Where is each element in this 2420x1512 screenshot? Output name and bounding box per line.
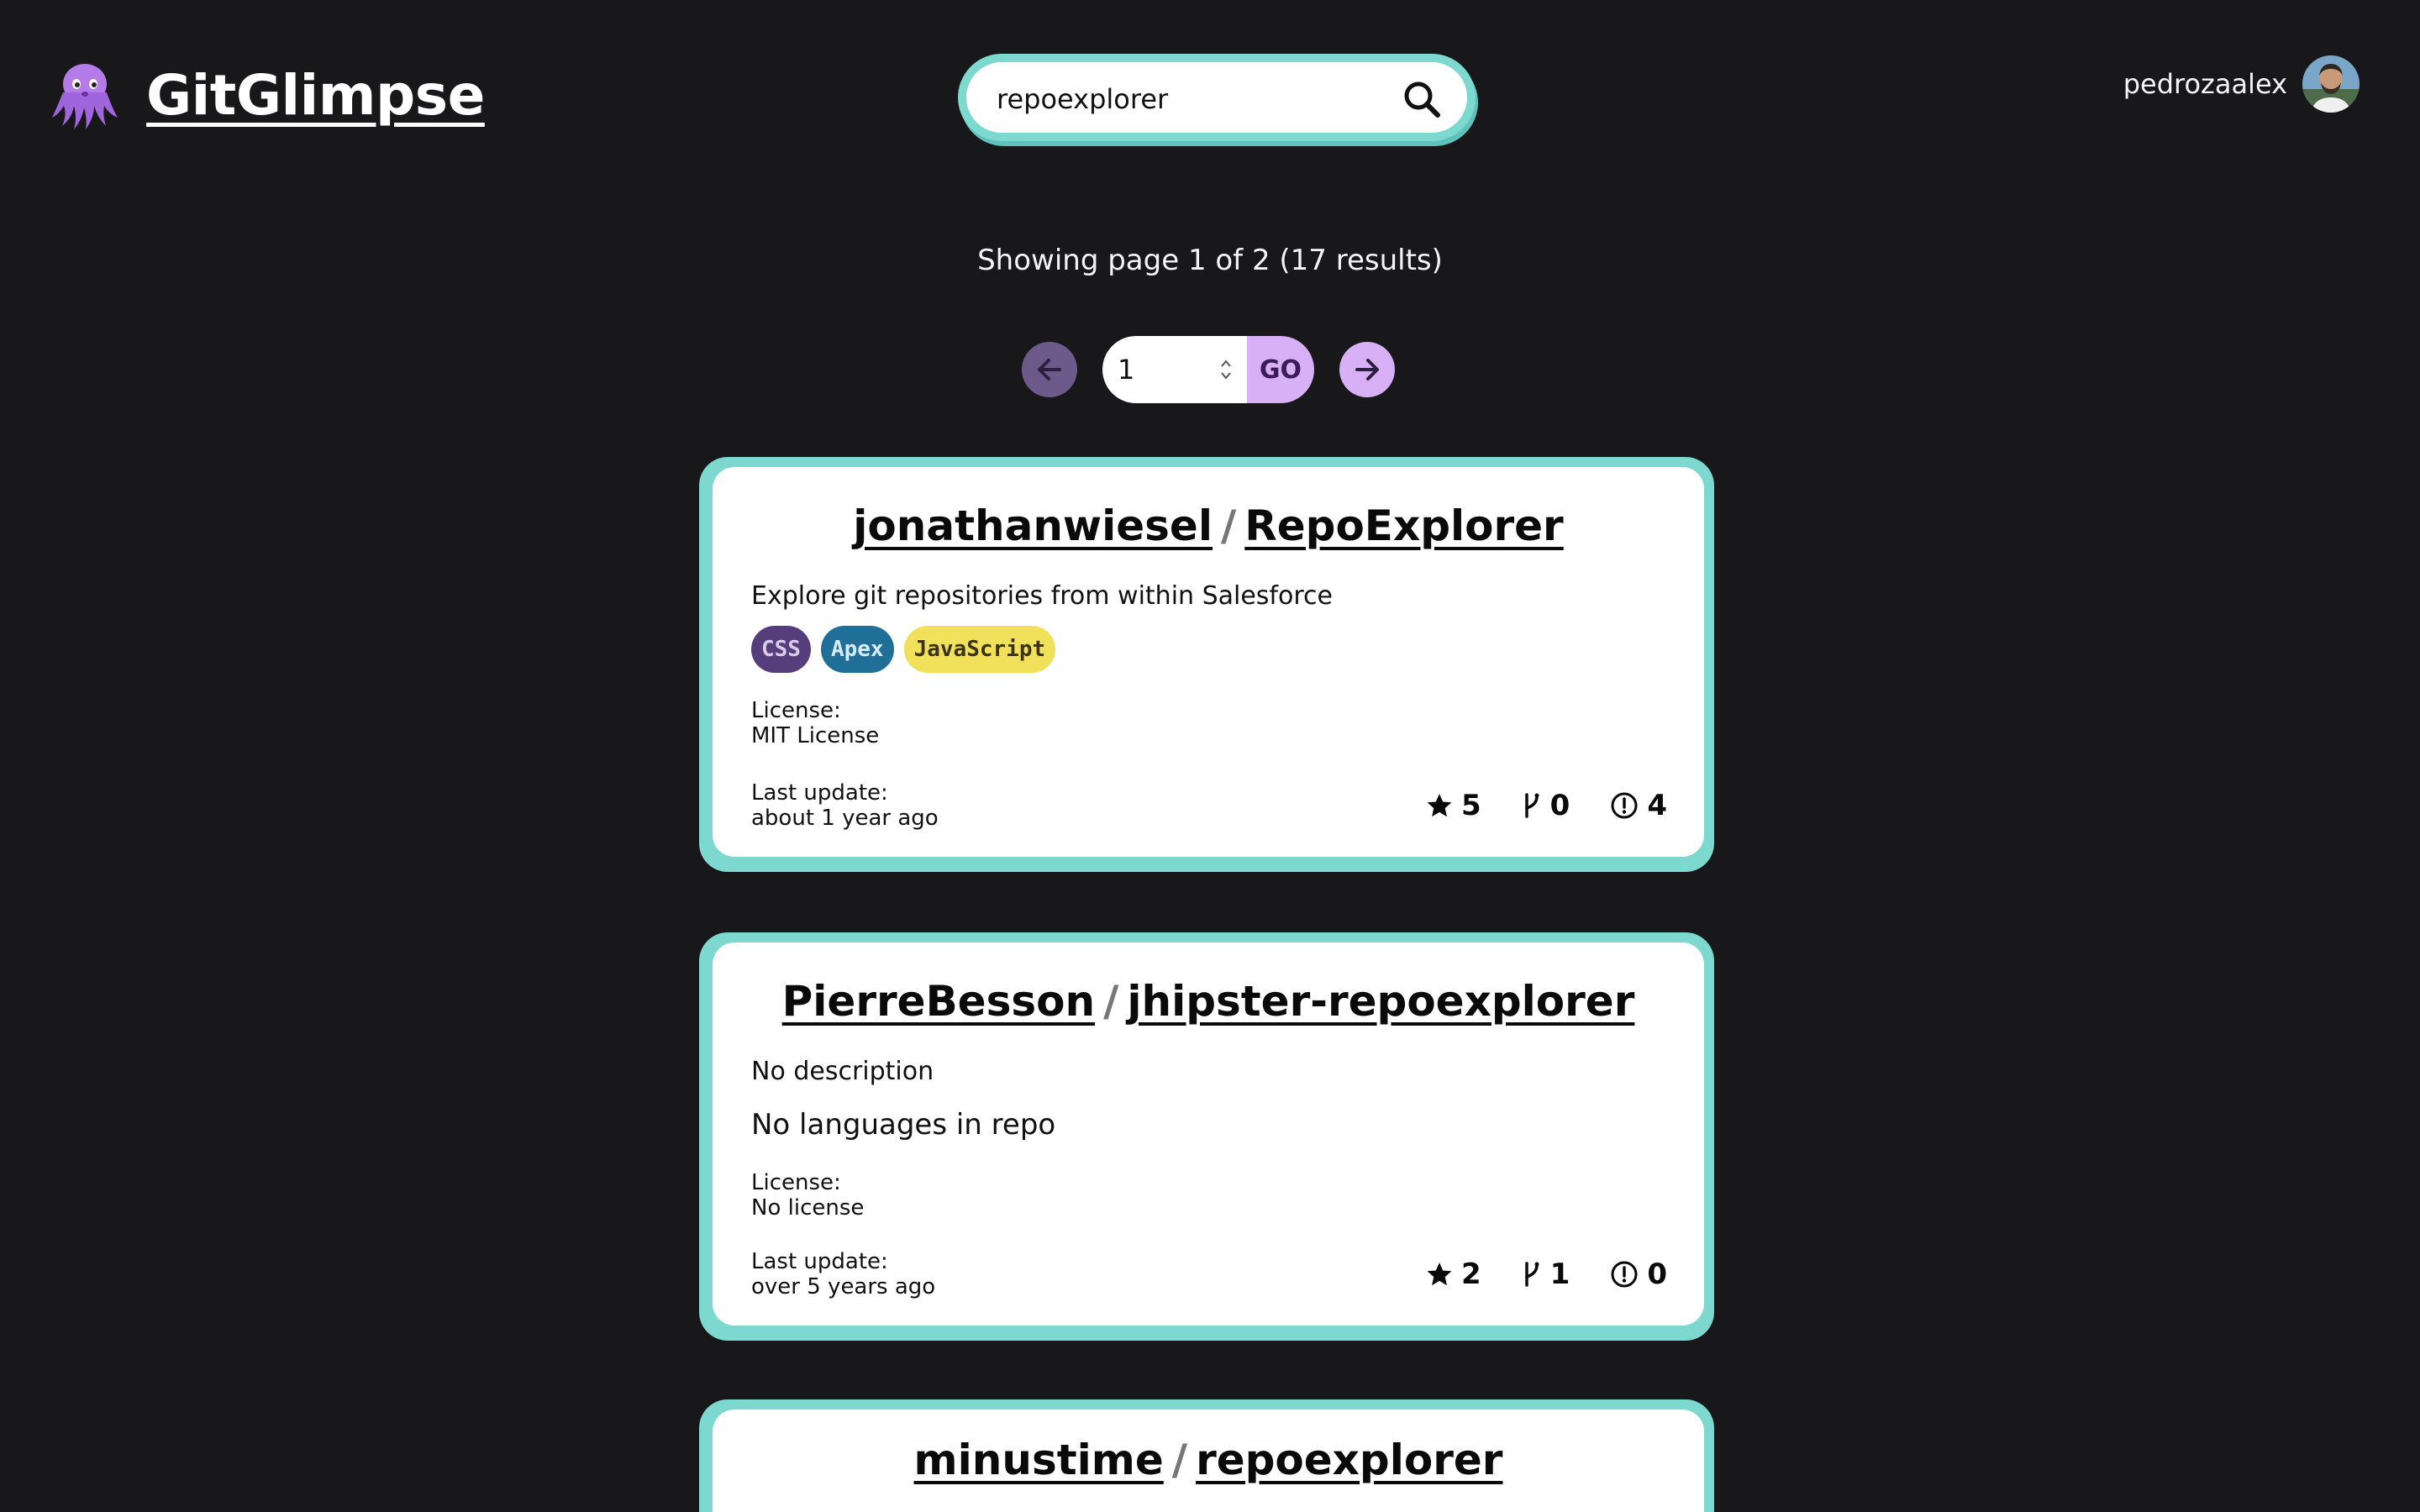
page-number-value[interactable]: 1 [1118, 354, 1134, 386]
fork-icon [1524, 793, 1539, 818]
repo-title-separator: / [1103, 977, 1119, 1026]
app-name[interactable]: GitGlimpse [146, 63, 485, 128]
language-list: CSS Apex JavaScript [751, 626, 1665, 673]
app-header: GitGlimpse pedrozaalex [0, 0, 2420, 185]
prev-page-button[interactable] [1022, 342, 1077, 397]
issues-count: 0 [1647, 1257, 1667, 1291]
spinner-icon[interactable] [1218, 358, 1234, 381]
license-block: License: MIT License [751, 698, 1665, 748]
octopus-icon [52, 64, 118, 129]
repo-card-body: jonathanwiesel / RepoExplorer Explore git … [713, 467, 1704, 857]
stars-stat: 5 [1426, 789, 1481, 822]
repo-card: jonathanwiesel / RepoExplorer Explore git … [699, 457, 1714, 872]
issue-icon [1611, 792, 1638, 819]
repo-description: No description [751, 1057, 934, 1086]
license-value: MIT License [751, 723, 880, 748]
forks-stat: 1 [1522, 1257, 1570, 1291]
star-icon [1427, 794, 1452, 817]
repo-stats: 5 0 4 [1426, 789, 1667, 822]
issues-count: 4 [1647, 789, 1667, 822]
language-badge: CSS [751, 626, 811, 673]
arrow-right-icon [1355, 359, 1379, 381]
search-bar [958, 54, 1476, 141]
fork-icon [1524, 1262, 1539, 1287]
language-badge: JavaScript [903, 626, 1056, 673]
search-button[interactable] [1395, 72, 1449, 126]
repo-title: minustime / repoexplorer [751, 1435, 1665, 1485]
forks-count: 0 [1549, 789, 1570, 822]
user-menu[interactable]: pedrozaalex [2123, 55, 2360, 113]
repo-card-body: minustime / repoexplorer [713, 1410, 1704, 1512]
language-badge: Apex [820, 626, 894, 673]
search-icon [1404, 81, 1440, 118]
next-page-button[interactable] [1339, 342, 1395, 397]
avatar[interactable] [2302, 55, 2360, 113]
license-label: License: [751, 698, 841, 723]
repo-owner-link[interactable]: PierreBesson [782, 977, 1095, 1026]
search-input[interactable] [997, 81, 1383, 118]
repo-name-link[interactable]: jhipster-repoexplorer [1127, 977, 1634, 1026]
brand-link[interactable]: GitGlimpse [49, 59, 485, 131]
license-label: License: [751, 1170, 841, 1195]
star-icon [1427, 1263, 1452, 1286]
stars-count: 5 [1460, 789, 1481, 822]
license-value: No license [751, 1195, 865, 1221]
stars-stat: 2 [1426, 1257, 1481, 1291]
repo-title-separator: / [1171, 1436, 1188, 1484]
repo-title: jonathanwiesel / RepoExplorer [751, 501, 1665, 551]
page-jump-group: 1 GO [1102, 336, 1314, 403]
forks-count: 1 [1549, 1257, 1570, 1291]
repo-name-link[interactable]: RepoExplorer [1244, 501, 1563, 550]
repo-card-body: PierreBesson / jhipster-repoexplorer No de… [713, 942, 1704, 1326]
repo-card: minustime / repoexplorer [699, 1399, 1714, 1512]
username: pedrozaalex [2123, 68, 2287, 100]
repo-description: Explore git repositories from within Sal… [751, 581, 1333, 611]
forks-stat: 0 [1522, 789, 1570, 822]
issues-stat: 0 [1610, 1257, 1667, 1291]
issue-icon [1611, 1261, 1638, 1288]
repo-owner-link[interactable]: minustime [914, 1436, 1164, 1484]
repo-card: PierreBesson / jhipster-repoexplorer No de… [699, 932, 1714, 1341]
no-languages-text: No languages in repo [751, 1108, 1056, 1142]
go-button[interactable]: GO [1247, 336, 1314, 403]
pagination: 1 GO [1022, 336, 1395, 403]
page-number-input[interactable]: 1 [1102, 336, 1247, 403]
repo-stats: 2 1 0 [1426, 1257, 1667, 1291]
license-block: License: No license [751, 1170, 1665, 1221]
repo-owner-link[interactable]: jonathanwiesel [853, 501, 1213, 550]
issues-stat: 4 [1610, 789, 1667, 822]
repo-name-link[interactable]: repoexplorer [1196, 1436, 1502, 1484]
repo-title: PierreBesson / jhipster-repoexplorer [751, 976, 1665, 1026]
repo-title-separator: / [1220, 501, 1237, 550]
arrow-left-icon [1038, 359, 1061, 381]
stars-count: 2 [1460, 1257, 1481, 1291]
results-summary: Showing page 1 of 2 (17 results) [977, 244, 1443, 277]
